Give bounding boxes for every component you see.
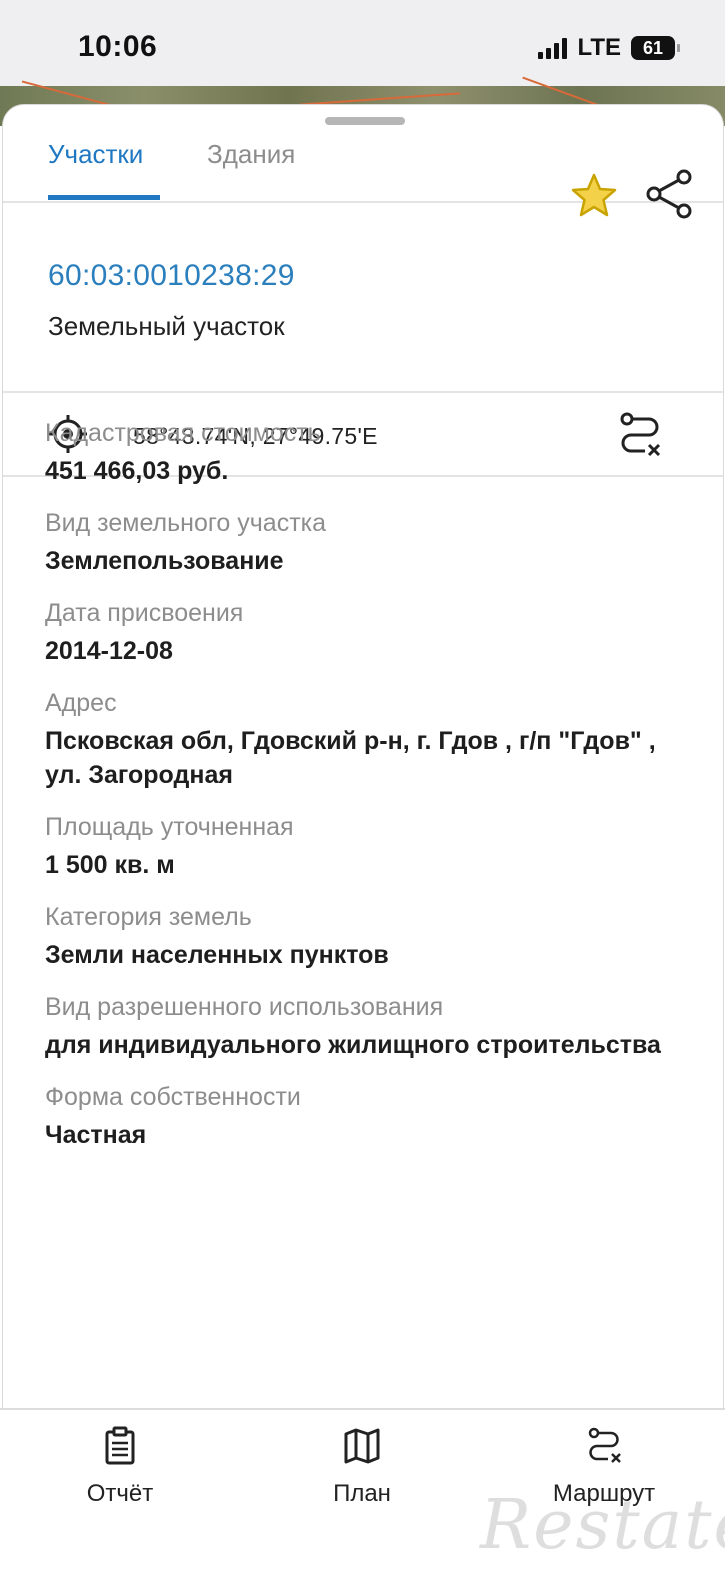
partially-scrolled-text: Участки (45, 384, 685, 392)
detail-value: 451 466,03 руб. (45, 457, 229, 485)
detail-field: Форма собственности Частная (45, 1080, 685, 1152)
detail-field: Кадастровая стоимость 451 466,03 руб. (45, 416, 685, 488)
detail-field: Вид земельного участка Землепользование (45, 506, 685, 578)
tab-buildings[interactable]: Здания (207, 139, 295, 170)
bottom-nav: Отчёт План Маршрут Restate (0, 1408, 725, 1570)
tab-parcels[interactable]: Участки (48, 139, 143, 170)
route-icon (588, 1427, 621, 1463)
detail-label: Категория земель (45, 903, 252, 931)
map-icon (344, 1428, 380, 1464)
nav-label: План (333, 1480, 391, 1507)
detail-label: Форма собственности (45, 1083, 301, 1111)
report-icon (105, 1426, 135, 1465)
detail-value: Частная (45, 1121, 147, 1149)
object-type: Земельный участок (48, 311, 285, 341)
detail-label: Вид земельного участка (45, 509, 327, 537)
nav-report-button[interactable]: Отчёт (40, 1426, 200, 1508)
detail-label: Дата присвоения (45, 599, 244, 627)
parcel-header: 60:03:0010238:29 Земельный участок (3, 203, 723, 393)
detail-field: Категория земель Земли населенных пункто… (45, 900, 685, 972)
parcel-details: Участки Кадастровая стоимость 451 466,03… (45, 384, 685, 1170)
detail-value: 2014-12-08 (45, 637, 173, 665)
watermark: Restate (480, 1486, 725, 1565)
detail-value: Землепользование (45, 547, 284, 575)
share-icon[interactable] (644, 168, 694, 220)
battery-icon: 61 (631, 36, 680, 60)
detail-value: 1 500 кв. м (45, 851, 175, 879)
detail-field: Площадь уточненная 1 500 кв. м (45, 810, 685, 882)
favorite-star-icon[interactable] (570, 172, 618, 220)
detail-field: Дата присвоения 2014-12-08 (45, 596, 685, 668)
detail-label: Площадь уточненная (45, 813, 294, 841)
status-indicators: LTE 61 (538, 34, 680, 62)
active-tab-indicator (48, 195, 160, 200)
detail-value: для индивидуального жилищного строительс… (45, 1031, 661, 1059)
detail-value: Псковская обл, Гдовский р-н, г. Гдов , г… (45, 727, 656, 789)
detail-field: Вид разрешенного использования для индив… (45, 990, 685, 1062)
signal-icon (538, 37, 568, 59)
detail-label: Адрес (45, 689, 117, 717)
detail-label: Вид разрешенного использования (45, 993, 444, 1021)
detail-value: Земли населенных пунктов (45, 941, 389, 969)
nav-plan-button[interactable]: План (282, 1426, 442, 1508)
network-type: LTE (577, 34, 621, 61)
status-time: 10:06 (78, 30, 158, 63)
status-bar: 10:06 LTE 61 (0, 0, 725, 86)
detail-field: Адрес Псковская обл, Гдовский р-н, г. Гд… (45, 686, 685, 792)
cadastral-number[interactable]: 60:03:0010238:29 (48, 259, 295, 293)
battery-level: 61 (642, 37, 664, 58)
detail-label: Кадастровая стоимость (45, 419, 321, 447)
nav-label: Отчёт (86, 1480, 154, 1507)
